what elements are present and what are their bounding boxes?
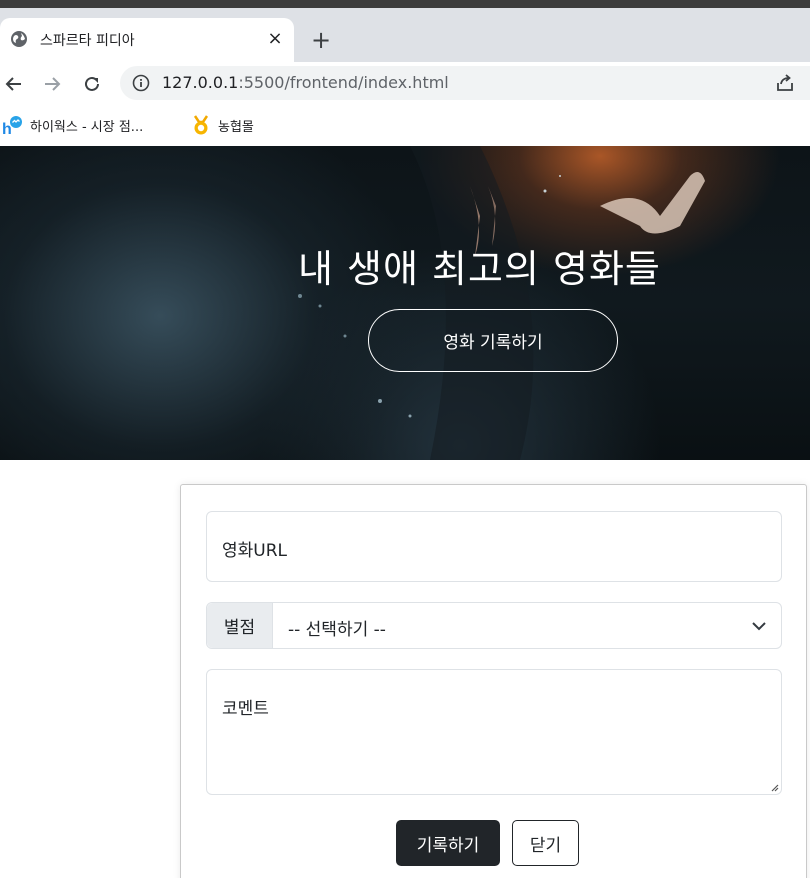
forward-arrow-icon (45, 77, 61, 91)
bookmark-label: 농협몰 (218, 119, 254, 135)
back-arrow-icon (5, 77, 21, 91)
hero-background-image (298, 146, 705, 460)
browser-tab-strip: 스파르타 피디아 × + (0, 0, 810, 62)
bookmarks-bar: h 하이웍스 - 시장 점... 농협몰 (0, 106, 810, 146)
forward-button[interactable] (38, 70, 66, 98)
movie-url-input[interactable]: 영화URL (206, 511, 782, 582)
browser-tab[interactable]: 스파르타 피디아 × (0, 18, 294, 62)
reload-button[interactable] (78, 70, 106, 98)
hero-title: 내 생애 최고의 영화들 (298, 247, 661, 291)
info-icon[interactable] (132, 74, 150, 92)
address-bar[interactable]: 127.0.0.1:5500/frontend/index.html (120, 66, 810, 100)
address-url: 127.0.0.1:5500/frontend/index.html (162, 73, 449, 92)
save-button[interactable]: 기록하기 (396, 820, 500, 866)
bookmark-hiworks[interactable]: h 하이웍스 - 시장 점... (2, 114, 144, 138)
record-movie-button[interactable]: 영화 기록하기 (368, 309, 618, 372)
tab-close-icon[interactable]: × (264, 28, 286, 50)
star-rating-value: -- 선택하기 -- (288, 620, 386, 640)
globe-icon (11, 31, 27, 47)
posting-form-card: 영화URL 별점 -- 선택하기 -- 코멘트 기록하기 닫기 (180, 484, 807, 878)
hiworks-icon: h (2, 114, 24, 138)
tab-title: 스파르타 피디아 (40, 33, 135, 49)
reload-icon (85, 76, 99, 91)
resize-grip-icon[interactable] (769, 782, 779, 792)
star-rating-select[interactable]: -- 선택하기 -- (273, 603, 781, 648)
movie-url-placeholder: 영화URL (222, 541, 288, 561)
chevron-down-icon (752, 622, 766, 631)
url-host: 127.0.0.1 (162, 73, 239, 92)
close-button[interactable]: 닫기 (512, 820, 579, 866)
browser-toolbar: 127.0.0.1:5500/frontend/index.html (0, 62, 810, 106)
comment-textarea[interactable]: 코멘트 (206, 669, 782, 795)
comment-placeholder: 코멘트 (222, 699, 269, 719)
bookmark-nh[interactable]: 농협몰 (190, 114, 254, 136)
nh-icon (193, 115, 209, 135)
hero-banner: 내 생애 최고의 영화들 영화 기록하기 (0, 146, 810, 460)
url-path: :5500/frontend/index.html (238, 73, 449, 92)
new-tab-button[interactable]: + (308, 28, 334, 54)
back-button[interactable] (0, 70, 28, 98)
star-rating-group: 별점 -- 선택하기 -- (206, 602, 782, 649)
star-rating-label: 별점 (207, 603, 273, 648)
share-icon[interactable] (774, 72, 796, 94)
bookmark-label: 하이웍스 - 시장 점... (30, 119, 144, 135)
